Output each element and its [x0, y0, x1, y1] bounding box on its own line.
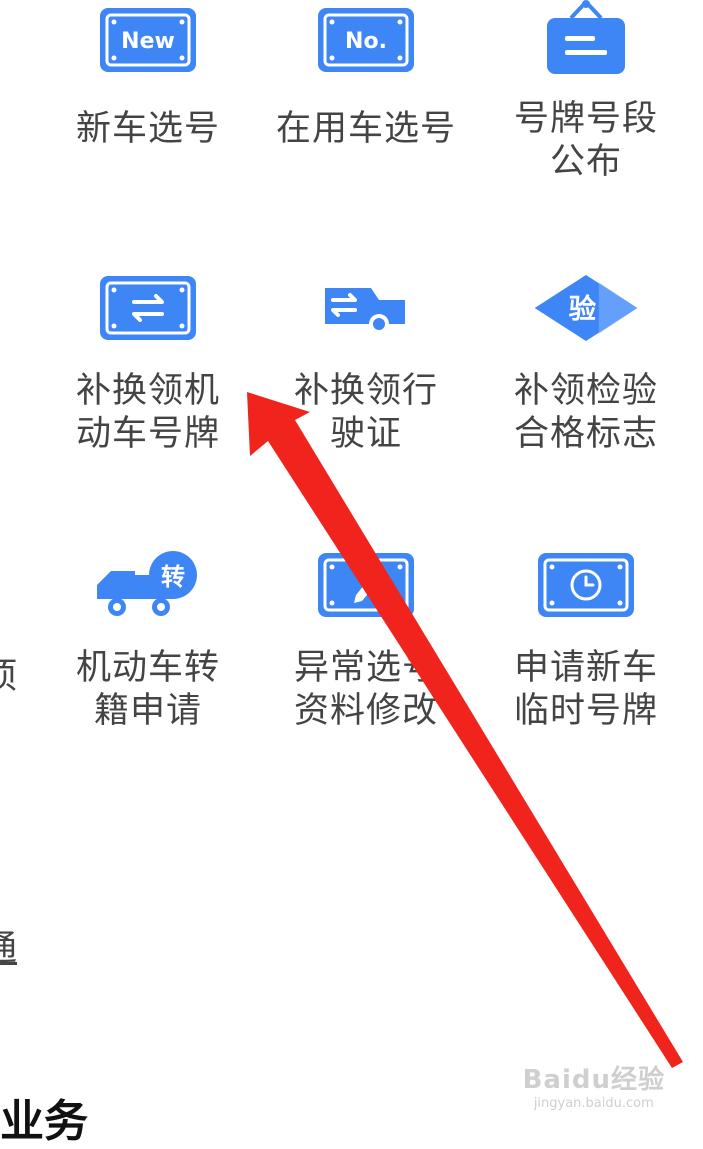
- tile-label: 在用车选号: [275, 109, 456, 149]
- tile-label: 异常选号资料修改: [293, 648, 438, 731]
- svg-text:转: 转: [161, 563, 185, 591]
- tile-label: 号牌号段公布: [513, 99, 658, 182]
- cropped-left-label: 项: [0, 648, 17, 699]
- car-exchange-icon: [311, 268, 421, 348]
- tile-new-car-temporary-plate[interactable]: 申请新车临时号牌: [476, 545, 696, 805]
- tile-plate-segment-announcement[interactable]: 号牌号段公布: [476, 0, 696, 260]
- svg-text:验: 验: [569, 293, 597, 325]
- tile-label: 补领检验合格标志: [513, 371, 658, 454]
- svg-text:New: New: [121, 29, 175, 54]
- tile-in-use-car-select[interactable]: No. 在用车选号: [256, 0, 476, 260]
- number-plate-icon: No.: [311, 0, 421, 80]
- tile-vehicle-transfer-application[interactable]: 转 机动车转籍申请: [38, 545, 258, 805]
- watermark: Baidu经验 jingyan.baidu.com: [523, 1059, 665, 1111]
- inspection-badge-icon: 验: [531, 268, 641, 348]
- tile-label: 申请新车临时号牌: [513, 648, 658, 731]
- plate-edit-icon: [311, 545, 421, 625]
- tile-abnormal-selection-edit[interactable]: 异常选号资料修改: [256, 545, 476, 805]
- tile-label: 补换领机动车号牌: [75, 371, 220, 454]
- new-plate-icon: New: [93, 0, 203, 80]
- plate-exchange-icon: [93, 268, 203, 348]
- svg-text:No.: No.: [345, 29, 387, 54]
- tile-replace-driving-license[interactable]: 补换领行驶证: [256, 268, 476, 528]
- tile-label: 新车选号: [75, 109, 220, 149]
- watermark-url: jingyan.baidu.com: [533, 1096, 654, 1111]
- truck-transfer-icon: 转: [93, 545, 203, 625]
- tile-label: 补换领行驶证: [293, 371, 438, 454]
- announcement-board-icon: [531, 0, 641, 80]
- tile-label: 机动车转籍申请: [75, 648, 220, 731]
- section-heading: 业务: [0, 1096, 88, 1147]
- watermark-logo: Baidu经验: [522, 1065, 665, 1095]
- tile-new-car-select[interactable]: New 新车选号: [38, 0, 258, 260]
- cropped-left-link[interactable]: 通: [0, 920, 17, 971]
- temporary-plate-clock-icon: [531, 545, 641, 625]
- tile-replace-vehicle-plate[interactable]: 补换领机动车号牌: [38, 268, 258, 528]
- tile-reissue-inspection-mark[interactable]: 验 补领检验合格标志: [476, 268, 696, 528]
